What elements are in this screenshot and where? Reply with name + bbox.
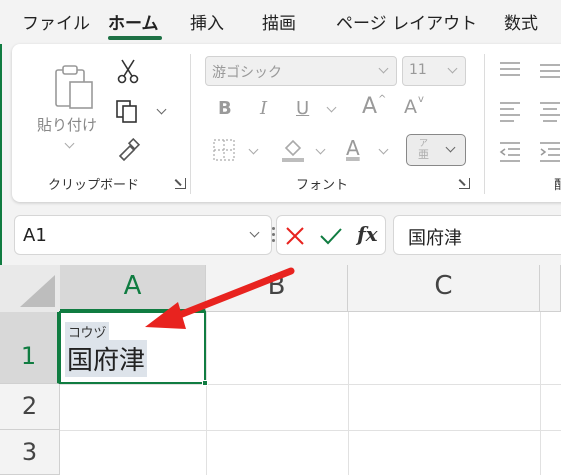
arrow-head [145,302,186,329]
arrow-shaft [168,267,295,322]
annotation-arrow [145,267,295,329]
